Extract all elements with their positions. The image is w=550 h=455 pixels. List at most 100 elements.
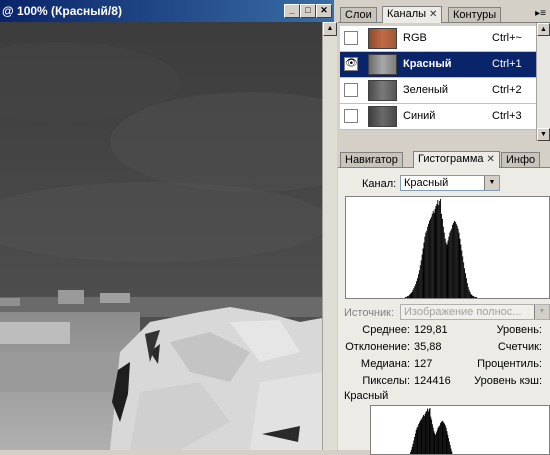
- histogram-bar: [419, 270, 420, 298]
- minimize-button[interactable]: _: [284, 4, 300, 18]
- channel-name: RGB: [403, 32, 427, 44]
- tab-paths[interactable]: Контуры: [448, 7, 501, 22]
- histogram-bar: [450, 231, 451, 298]
- channel-shortcut: Ctrl+3: [492, 110, 522, 122]
- tab-close-icon[interactable]: ✕: [429, 9, 437, 20]
- histogram-bar: [425, 412, 426, 455]
- histogram-bar: [475, 297, 476, 298]
- channel-row-rgb[interactable]: RGB Ctrl+~: [340, 26, 536, 52]
- channel-name: Красный: [403, 58, 451, 70]
- grayscale-photo: [0, 22, 322, 450]
- histogram-bar: [408, 296, 409, 298]
- channel-thumbnail: [368, 106, 397, 127]
- histogram-bar: [453, 223, 454, 298]
- tab-layers-label: Слои: [345, 9, 372, 21]
- histogram-bar: [467, 283, 468, 298]
- document-vertical-scrollbar[interactable]: ▲: [322, 22, 337, 450]
- histogram-bar: [410, 294, 411, 298]
- channels-tabbar: Слои Каналы✕ Контуры ▸≡: [338, 5, 550, 23]
- histogram-bar: [442, 219, 443, 298]
- channel-row-blue[interactable]: Синий Ctrl+3: [340, 104, 536, 130]
- visibility-toggle[interactable]: [344, 83, 358, 97]
- histogram-bar: [449, 233, 450, 298]
- histogram-bar: [426, 231, 427, 298]
- histogram-bar: [434, 434, 435, 455]
- histogram-bar: [415, 284, 416, 298]
- image-canvas[interactable]: [0, 22, 322, 450]
- stat-median-value: 127: [414, 358, 432, 370]
- stat-count-label: Счетчик:: [458, 341, 542, 353]
- visibility-toggle[interactable]: [344, 31, 358, 45]
- histogram-bar: [443, 227, 444, 298]
- tab-histogram-label: Гистограмма: [418, 153, 484, 165]
- histogram-bar: [465, 273, 466, 298]
- histogram-bar: [425, 414, 426, 455]
- histogram-bar: [448, 241, 449, 298]
- stat-pixels-label: Пикселы:: [342, 375, 410, 387]
- second-channel-label: Красный: [344, 390, 388, 402]
- histogram-graph: [345, 196, 550, 299]
- channel-thumbnail: [368, 28, 397, 49]
- channel-row-green[interactable]: Зеленый Ctrl+2: [340, 78, 536, 104]
- tab-navigator-label: Навигатор: [345, 154, 398, 166]
- channel-row-red[interactable]: 👁 Красный Ctrl+1: [340, 52, 536, 78]
- tab-navigator[interactable]: Навигатор: [340, 152, 403, 167]
- histogram-bar: [433, 211, 434, 298]
- histogram-bar: [463, 262, 464, 298]
- histogram-bar: [460, 245, 461, 298]
- histogram-bar: [457, 226, 458, 298]
- histogram-bar: [439, 425, 440, 455]
- palette-menu-icon[interactable]: ▸≡: [535, 8, 546, 19]
- histogram-bar: [462, 256, 463, 298]
- histogram-bar: [409, 295, 410, 298]
- histogram-bar: [435, 209, 436, 298]
- tab-channels[interactable]: Каналы✕: [382, 6, 442, 23]
- histogram-bar: [428, 224, 429, 298]
- channel-select[interactable]: Красный ▼: [400, 175, 500, 191]
- histogram-bar: [412, 447, 413, 455]
- scroll-up-icon[interactable]: ▲: [537, 23, 550, 36]
- channel-thumbnail: [368, 54, 397, 75]
- histogram-tabbar: Навигатор Гистограмма✕ Инфо: [338, 150, 550, 168]
- histogram-palette: Навигатор Гистограмма✕ Инфо Канал: Красн…: [338, 150, 550, 450]
- scroll-up-icon[interactable]: ▲: [323, 22, 337, 36]
- tab-histogram[interactable]: Гистограмма✕: [413, 151, 500, 168]
- channel-select-value: Красный: [404, 177, 448, 189]
- histogram-bar: [407, 296, 408, 298]
- channel-name: Зеленый: [403, 84, 448, 96]
- histogram-bar: [421, 260, 422, 298]
- histogram-bar: [464, 268, 465, 298]
- histogram-bar: [447, 435, 448, 455]
- histogram-bar: [423, 249, 424, 299]
- visibility-toggle[interactable]: [344, 109, 358, 123]
- tab-close-icon[interactable]: ✕: [487, 154, 495, 165]
- histogram-bar: [426, 411, 427, 455]
- histogram-bar: [441, 422, 442, 455]
- histogram-bar: [427, 227, 428, 298]
- histogram-bar: [449, 442, 450, 455]
- histogram-bar: [458, 229, 459, 298]
- histogram-bar: [452, 225, 453, 298]
- histogram-bar: [470, 292, 471, 298]
- tab-layers[interactable]: Слои: [340, 7, 377, 22]
- maximize-button[interactable]: □: [300, 4, 316, 18]
- stat-stddev-value: 35,88: [414, 341, 442, 353]
- source-select-value: Изображение полнос...: [404, 306, 521, 318]
- source-select[interactable]: Изображение полнос... ▼: [400, 304, 550, 320]
- close-button[interactable]: ✕: [316, 4, 332, 18]
- stat-level-label: Уровень:: [458, 324, 542, 336]
- histogram-bar: [422, 254, 423, 298]
- histogram-bar: [433, 428, 434, 455]
- histogram-bar: [469, 290, 470, 298]
- eye-icon[interactable]: 👁: [344, 57, 358, 71]
- channel-shortcut: Ctrl+2: [492, 84, 522, 96]
- histogram-bar: [472, 296, 473, 298]
- histogram-bar: [435, 435, 436, 455]
- tab-info[interactable]: Инфо: [501, 152, 540, 167]
- histogram-bar: [425, 233, 426, 298]
- histogram-bar: [429, 221, 430, 298]
- histogram-bar: [455, 222, 456, 298]
- histogram-bar: [432, 214, 433, 298]
- scroll-down-icon[interactable]: ▼: [537, 128, 550, 141]
- channels-scrollbar[interactable]: ▲ ▼: [536, 23, 550, 141]
